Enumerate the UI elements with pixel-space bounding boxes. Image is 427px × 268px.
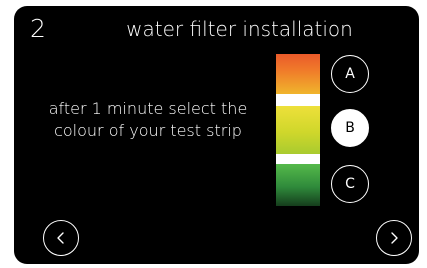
instruction-text: after 1 minute select the colour of your… — [38, 98, 258, 142]
option-c-button[interactable]: C — [331, 165, 369, 203]
color-band-b — [276, 106, 320, 154]
color-band-a — [276, 54, 320, 94]
chevron-right-icon — [391, 232, 398, 244]
option-b-label: B — [345, 120, 355, 136]
instruction-line-2: colour of your test strip — [54, 121, 242, 140]
back-button[interactable] — [43, 220, 79, 256]
next-button[interactable] — [376, 220, 412, 256]
device-screen: 2 water filter installation after 1 minu… — [14, 6, 419, 264]
instruction-line-1: after 1 minute select the — [48, 99, 248, 118]
option-a-button[interactable]: A — [331, 55, 369, 93]
band-divider — [276, 94, 320, 106]
option-c-label: C — [345, 176, 355, 192]
page-title: water filter installation — [126, 17, 353, 41]
chevron-left-icon — [57, 232, 64, 244]
test-strip-color-scale — [276, 54, 320, 206]
color-band-c — [276, 164, 320, 206]
band-divider — [276, 154, 320, 164]
option-b-button[interactable]: B — [331, 109, 369, 147]
step-number: 2 — [30, 14, 46, 43]
option-a-label: A — [345, 66, 355, 82]
